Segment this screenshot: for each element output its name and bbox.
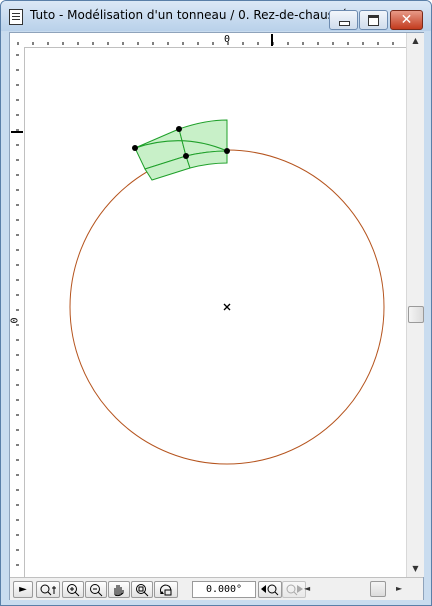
maximize-icon bbox=[368, 15, 379, 26]
horizontal-ruler-ticks bbox=[17, 34, 394, 46]
hand-icon bbox=[114, 585, 124, 597]
window-title: Tuto - Modélisation d'un tonneau / 0. Re… bbox=[30, 8, 355, 22]
rotate-icon bbox=[160, 584, 172, 596]
next-zoom-icon bbox=[286, 584, 303, 596]
center-marker-icon bbox=[223, 303, 231, 311]
zoom-menu-icon bbox=[40, 584, 56, 596]
document-icon[interactable] bbox=[9, 9, 23, 25]
previous-zoom-button[interactable] bbox=[258, 581, 282, 598]
rotate-view-button[interactable] bbox=[154, 581, 178, 598]
horizontal-ruler-origin-label: 0 bbox=[224, 34, 231, 45]
horizontal-scrollbar[interactable]: ◄ ► bbox=[304, 581, 405, 597]
close-button[interactable]: ✕ bbox=[390, 10, 423, 30]
fit-in-window-button[interactable] bbox=[131, 581, 153, 598]
horizontal-scroll-thumb[interactable] bbox=[370, 581, 386, 597]
vertex-handle[interactable] bbox=[224, 148, 230, 154]
previous-zoom-icon bbox=[261, 584, 279, 596]
navigation-toolbar: ► 0.000° ◄ ► bbox=[10, 577, 423, 600]
plan-drawing bbox=[69, 119, 385, 465]
minimize-button[interactable] bbox=[329, 10, 358, 30]
horizontal-ruler[interactable]: 0 bbox=[10, 33, 406, 48]
zoom-in-icon bbox=[67, 584, 80, 597]
close-icon: ✕ bbox=[400, 12, 413, 28]
vertical-scrollbar[interactable]: ▲ ▼ bbox=[406, 33, 424, 577]
fit-window-icon bbox=[136, 584, 149, 597]
scroll-down-icon[interactable]: ▼ bbox=[407, 561, 424, 577]
stave-segment-upper-right[interactable] bbox=[178, 119, 228, 157]
vertical-ruler-origin-label: 0 bbox=[9, 317, 21, 324]
vertex-handle[interactable] bbox=[183, 153, 189, 159]
vertical-ruler-ticks bbox=[11, 54, 23, 566]
zoom-out-icon bbox=[90, 584, 103, 597]
zoom-out-button[interactable] bbox=[85, 581, 107, 598]
next-zoom-button[interactable] bbox=[282, 581, 306, 598]
scroll-up-icon[interactable]: ▲ bbox=[407, 33, 424, 49]
vertical-scroll-thumb[interactable] bbox=[408, 306, 424, 323]
vertical-ruler[interactable]: 0 bbox=[10, 47, 25, 577]
play-button[interactable]: ► bbox=[13, 581, 33, 598]
zoom-in-button[interactable] bbox=[62, 581, 84, 598]
drawing-canvas[interactable] bbox=[25, 48, 406, 577]
pan-button[interactable] bbox=[108, 581, 130, 598]
drawing-window: 0 0 ▲ ▼ ► 0.000° ◄ ► bbox=[9, 32, 424, 600]
title-bar[interactable]: Tuto - Modélisation d'un tonneau / 0. Re… bbox=[1, 1, 431, 31]
scroll-left-icon[interactable]: ◄ bbox=[304, 581, 310, 596]
minimize-icon bbox=[339, 21, 350, 26]
app-window: Tuto - Modélisation d'un tonneau / 0. Re… bbox=[0, 0, 432, 606]
maximize-button[interactable] bbox=[359, 10, 388, 30]
vertex-handle[interactable] bbox=[176, 126, 182, 132]
scroll-right-icon[interactable]: ► bbox=[396, 581, 402, 596]
zoom-dropdown-button[interactable] bbox=[36, 581, 60, 598]
vertex-handle[interactable] bbox=[132, 145, 138, 151]
rotation-angle-field[interactable]: 0.000° bbox=[192, 581, 256, 598]
